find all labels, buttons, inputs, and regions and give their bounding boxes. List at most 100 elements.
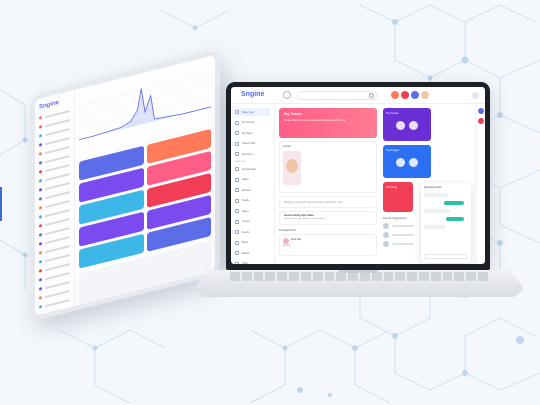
tablet-nav-icon (39, 188, 42, 192)
user-avatar[interactable] (409, 121, 418, 130)
chat-bubble (424, 225, 446, 229)
home-icon[interactable] (391, 91, 399, 99)
feed-post[interactable]: Jane Doe Darling (279, 234, 377, 256)
sidebar-item[interactable]: Groups (235, 218, 270, 226)
tablet-nav-icon (39, 233, 42, 237)
search-input[interactable] (297, 91, 377, 100)
sidebar-item[interactable]: Pages (235, 207, 270, 215)
tablet-device: Sngine (30, 48, 220, 322)
tablet-nav-icon (39, 161, 42, 165)
sidebar-item-label: People (242, 199, 250, 202)
trending-widget[interactable]: Trending (383, 182, 413, 212)
banner-title: Say Thanks (284, 112, 302, 116)
post-author-name[interactable]: Jane Doe (291, 238, 373, 241)
tablet-nav-label (45, 208, 70, 217)
sidebar-item[interactable]: Events (235, 228, 270, 236)
banner-text: Send a thank you to someone who helped y… (284, 119, 346, 122)
brand-logo[interactable]: Sngine (241, 91, 264, 98)
sidebar-item[interactable]: Ads Manager (235, 165, 270, 173)
top-pages-widget[interactable]: Top Pages (383, 145, 431, 178)
sidebar-item[interactable]: Wallet (235, 176, 270, 184)
tablet-nav-icon (39, 206, 42, 210)
keyboard-key (407, 272, 417, 281)
keyboard-key (383, 272, 394, 281)
tablet-nav-label (45, 271, 70, 280)
tablet-nav-label (45, 127, 70, 136)
notice-title: Good looking App Sales (284, 214, 314, 217)
tablet-nav-label (45, 226, 70, 235)
keyboard-key (419, 272, 429, 281)
left-sidebar: News Feed My Friends My Pages Saved Posts Me… (231, 104, 275, 264)
tablet-nav-icon (39, 260, 42, 264)
user-avatar[interactable] (396, 121, 405, 130)
sidebar-item[interactable]: Blogs (235, 239, 270, 247)
sidebar-item[interactable]: Offers (235, 260, 270, 264)
sidebar-item-label: News Feed (242, 110, 255, 114)
sidebar-item[interactable]: Market (235, 249, 270, 257)
tablet-nav-icon (39, 224, 42, 228)
tablet-nav-label (45, 145, 70, 154)
menu-toggle-icon[interactable] (283, 91, 291, 99)
tablet-nav-label (45, 289, 70, 298)
sidebar-item-icon (235, 261, 239, 264)
tablet-nav-item[interactable] (39, 298, 70, 309)
sidebar-item-icon (235, 209, 239, 213)
online-user-avatar[interactable] (478, 108, 484, 114)
keyboard-key (454, 272, 465, 281)
sidebar-item[interactable]: People (235, 197, 270, 205)
edge-accent-bar (0, 187, 2, 221)
keyboard-key (300, 272, 311, 281)
sidebar-item-icon (235, 177, 239, 182)
sidebar-item-label: Groups (242, 220, 250, 223)
sidebar-item[interactable]: My Pages (235, 129, 270, 137)
top-users-title: Top Users (386, 111, 399, 115)
tablet-nav-label (45, 298, 70, 307)
keyboard-key (359, 272, 370, 281)
sidebar-item[interactable]: Boosted (235, 186, 270, 194)
sidebar-item-label: Events (242, 230, 250, 234)
tablet-nav-icon (39, 296, 42, 300)
tablet-nav-label (45, 199, 70, 208)
tablet-nav-icon (39, 278, 42, 282)
sidebar-item-icon (235, 120, 239, 125)
tablet-nav-label (45, 163, 70, 172)
laptop-hinge-notch (338, 270, 378, 273)
tablet-nav-list (39, 109, 70, 309)
announcement-banner[interactable]: Say Thanks Send a thank you to someone w… (279, 108, 377, 138)
tablet-nav-label (45, 172, 70, 181)
sidebar-item-label: Saved Posts (242, 142, 256, 145)
top-navigation-bar: Sngine (231, 87, 485, 104)
settings-icon[interactable] (472, 92, 479, 99)
sidebar-item[interactable]: Saved Posts (235, 140, 270, 148)
story-card[interactable] (283, 151, 301, 185)
page-avatar[interactable] (396, 158, 405, 167)
stories-panel: Stories (279, 141, 377, 193)
messages-icon[interactable] (411, 91, 419, 99)
keyboard-key (348, 272, 358, 281)
top-pages-title: Top Pages (386, 148, 400, 152)
sidebar-item-label: My Friends (242, 121, 254, 124)
post-composer-input[interactable]: What's on your mind? Say something, gues… (279, 196, 377, 208)
keyboard-key (478, 272, 488, 281)
tablet-nav-icon (39, 269, 42, 273)
online-user-avatar[interactable] (478, 118, 484, 124)
notice-card[interactable]: Good looking App Sales We'll help you ge… (279, 211, 377, 225)
keyboard-key (336, 272, 347, 281)
sidebar-item[interactable]: My Friends (235, 119, 270, 127)
chat-bubble (424, 209, 450, 213)
tablet-nav-icon (39, 215, 42, 219)
chat-input[interactable] (424, 254, 468, 259)
tablet-nav-icon (39, 134, 42, 138)
sidebar-item[interactable]: News Feed (235, 108, 270, 116)
chat-bubble (424, 193, 448, 197)
friend-requests-icon[interactable] (401, 91, 409, 99)
chat-panel[interactable]: Recently Active (421, 183, 471, 263)
sidebar-item-label: Wallet (242, 178, 249, 181)
keyboard-key (289, 272, 299, 281)
sidebar-item[interactable]: Memories (235, 150, 270, 158)
sidebar-section-heading: EXPLORE (235, 161, 246, 163)
sidebar-item-icon (235, 198, 239, 203)
page-avatar[interactable] (409, 158, 418, 167)
top-users-widget[interactable]: Top Users (383, 108, 431, 141)
user-avatar[interactable] (421, 91, 429, 99)
